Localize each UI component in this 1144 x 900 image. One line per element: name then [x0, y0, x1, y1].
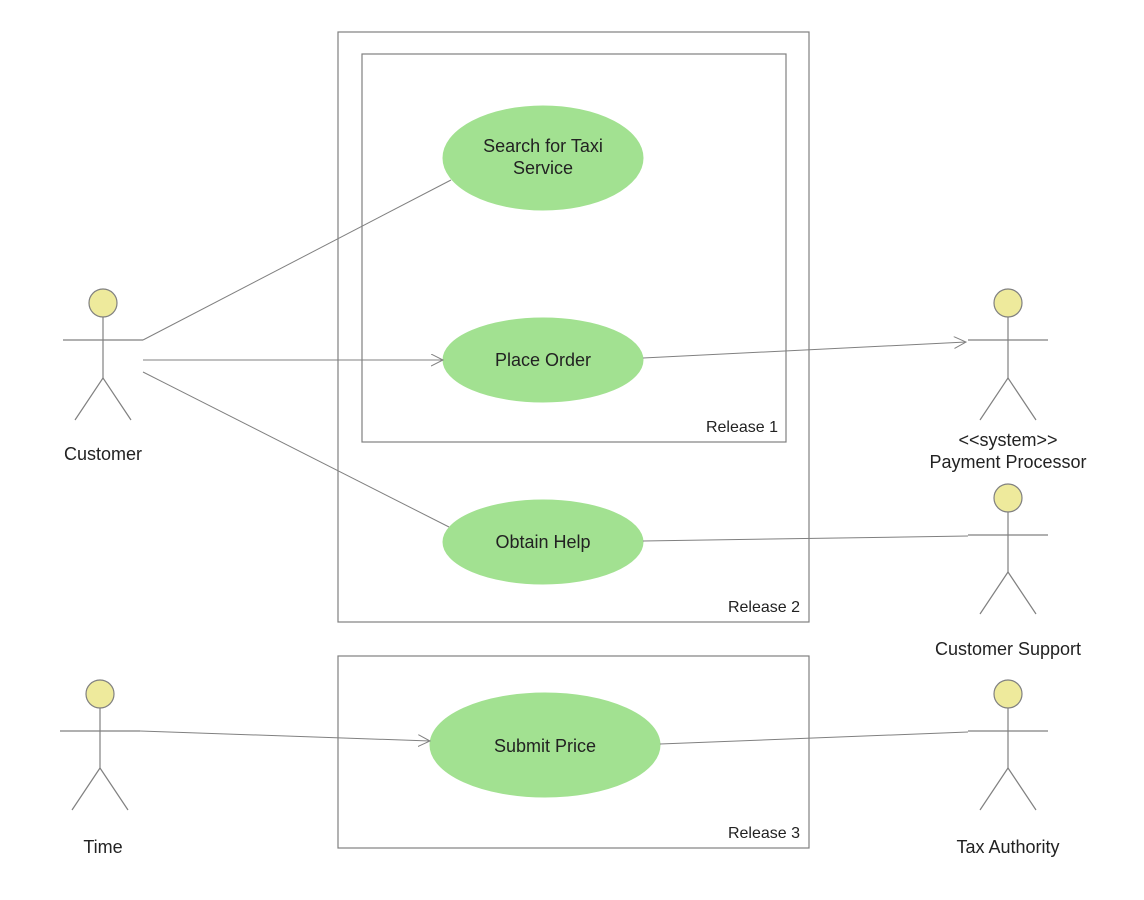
edge-obtain-help-support	[643, 536, 968, 541]
usecase-place-order: Place Order	[443, 318, 643, 402]
usecase-submit-price-label: Submit Price	[494, 736, 596, 756]
actor-payment-processor-label: Payment Processor	[929, 452, 1086, 472]
actor-time-label: Time	[83, 837, 122, 857]
edge-customer-obtain-help	[143, 372, 449, 527]
edge-submit-price-tax	[660, 732, 968, 744]
edge-customer-search	[143, 180, 451, 340]
usecase-place-order-label: Place Order	[495, 350, 591, 370]
actor-customer-label: Customer	[64, 444, 142, 464]
actor-customer-support-label: Customer Support	[935, 639, 1081, 659]
usecase-search-taxi-label-1: Search for Taxi	[483, 136, 603, 156]
usecase-search-taxi-label-2: Service	[513, 158, 573, 178]
use-case-diagram: Release 2 Release 1 Release 3 Search for…	[0, 0, 1144, 900]
usecase-obtain-help-label: Obtain Help	[495, 532, 590, 552]
actor-tax-authority-label: Tax Authority	[956, 837, 1059, 857]
actor-payment-processor: <<system>> Payment Processor	[929, 289, 1086, 472]
edge-place-order-payment	[643, 342, 966, 358]
actor-tax-authority: Tax Authority	[956, 680, 1059, 857]
actor-time: Time	[60, 680, 140, 857]
usecase-search-taxi: Search for Taxi Service	[443, 106, 643, 210]
actor-customer: Customer	[63, 289, 143, 464]
usecase-obtain-help: Obtain Help	[443, 500, 643, 584]
edge-time-submit-price	[140, 731, 430, 741]
release2-label: Release 2	[728, 599, 800, 616]
actor-customer-support: Customer Support	[935, 484, 1081, 659]
actor-payment-processor-stereotype: <<system>>	[958, 430, 1057, 450]
release3-label: Release 3	[728, 825, 800, 842]
usecase-submit-price: Submit Price	[430, 693, 660, 797]
release1-label: Release 1	[706, 419, 778, 436]
